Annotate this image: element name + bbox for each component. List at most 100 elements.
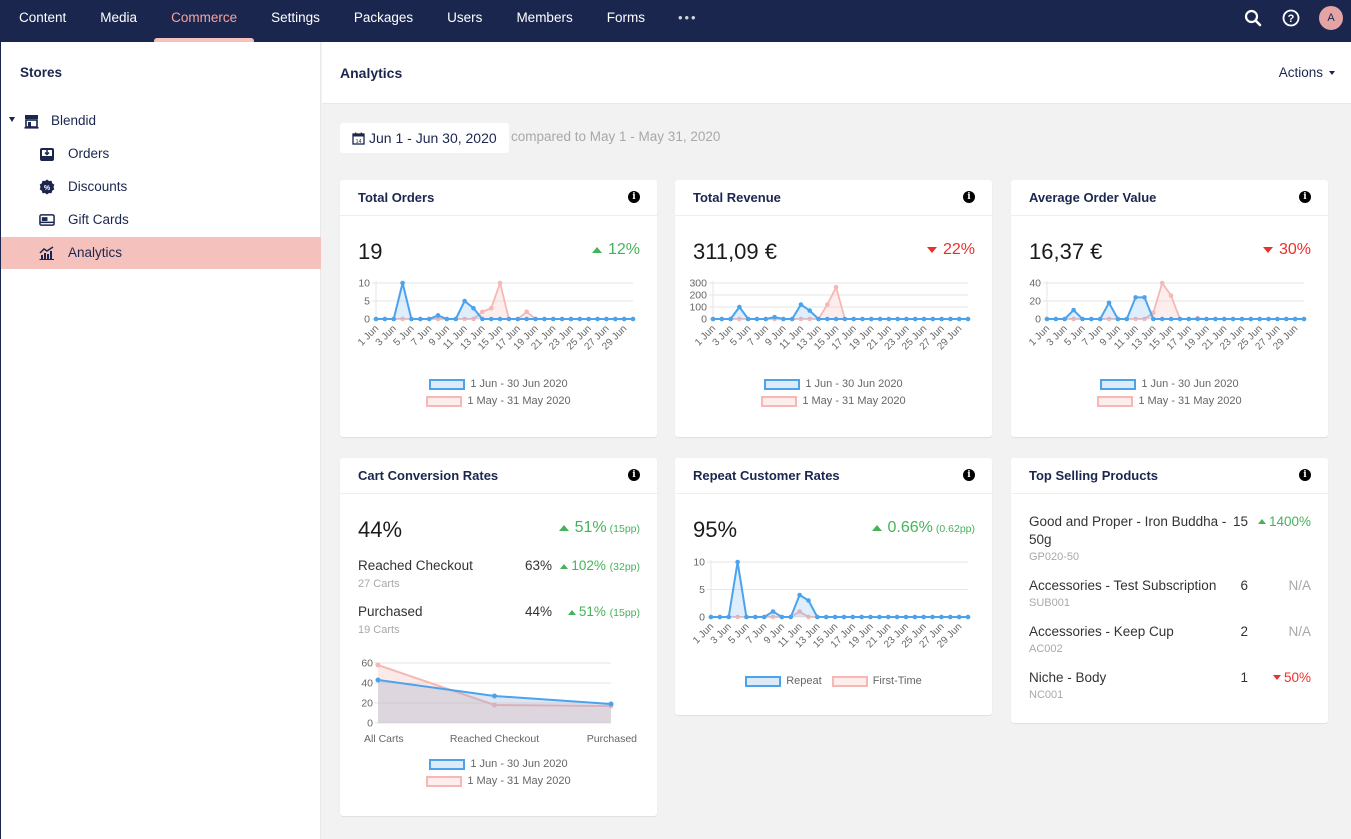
nav-settings[interactable]: Settings [254,0,337,42]
repeat-rate-delta: 0.66% (0.62pp) [871,519,975,537]
legend-item-current[interactable]: 1 Jun - 30 Jun 2020 [429,378,568,390]
nav-members[interactable]: Members [499,0,589,42]
topbar-tools: ? A [1243,0,1343,42]
aov-value: 16,37 € [1029,239,1103,264]
data-point [1159,280,1165,286]
store-icon [23,113,39,129]
data-point [506,316,512,322]
delta-pp: (32pp) [609,561,640,573]
legend-item-previous[interactable]: 1 May - 31 May 2020 [1097,395,1242,407]
data-point [770,609,776,614]
data-point [1239,316,1245,322]
nav-content[interactable]: Content [2,0,83,42]
help-icon[interactable]: ? [1281,8,1301,28]
legend-item-previous[interactable]: 1 May - 31 May 2020 [426,395,571,407]
info-icon[interactable]: i [963,469,975,481]
data-point [788,614,794,620]
top-navigation-bar: Content Media Commerce Settings Packages… [0,0,1351,42]
legend-item-current[interactable]: 1 Jun - 30 Jun 2020 [764,378,903,390]
expand-caret-icon[interactable] [9,117,15,122]
user-avatar[interactable]: A [1319,6,1343,30]
data-point [947,614,953,620]
info-icon[interactable]: i [628,469,640,481]
conversion-row-carts: 19 Carts [358,624,400,636]
tree-store-blendid[interactable]: Blendid [1,108,321,134]
compare-range-label: compared to May 1 - May 31, 2020 [511,129,721,144]
nav-users[interactable]: Users [430,0,499,42]
svg-text:?: ? [1288,13,1295,25]
y-tick-label: 5 [364,296,370,308]
card-header: Repeat Customer Rates i [675,458,992,494]
nav-media[interactable]: Media [83,0,154,42]
data-point [1168,316,1174,322]
repeat-rate-value: 95% [693,517,738,542]
data-point [382,316,388,322]
legend-item-previous[interactable]: 1 May - 31 May 2020 [761,395,906,407]
sidebar-item-gift-cards[interactable]: Gift Cards [1,204,321,236]
nav-commerce[interactable]: Commerce [154,0,255,42]
data-point [903,614,909,620]
sidebar-item-discounts[interactable]: % Discounts [1,171,321,203]
conversion-row-delta: 102% (32pp) [560,558,640,573]
card-cart-conversion: Cart Conversion Rates i 44% 51% (15pp) Re… [340,458,657,816]
data-point [400,280,405,286]
sidebar-item-label: Analytics [68,245,123,260]
more-sections-button[interactable]: ••• [662,0,714,42]
legend-item-repeat[interactable]: Repeat [745,675,822,687]
nav-packages[interactable]: Packages [337,0,430,42]
legend-label: 1 Jun - 30 Jun 2020 [1141,378,1239,390]
data-point [444,316,450,322]
data-point [789,316,795,322]
data-point [1089,316,1094,322]
data-point [492,693,497,699]
data-point [904,316,909,322]
data-point [965,614,971,620]
card-repeat-customer-rates: Repeat Customer Rates i 95% 0.66% (0.62pp… [675,458,992,715]
info-icon[interactable]: i [1299,191,1311,203]
repeat-customer-chart: 05101 Jun3 Jun5 Jun7 Jun9 Jun11 Jun13 Ju… [691,557,971,650]
aov-chart: 020401 Jun3 Jun5 Jun7 Jun9 Jun11 Jun13 J… [1027,278,1307,352]
delta-value: 102% [571,558,606,573]
sidebar-item-label: Orders [68,146,110,161]
triangle-up-icon [591,247,602,253]
data-point [1283,316,1289,322]
data-point [1204,316,1209,322]
sidebar-item-analytics[interactable]: Analytics [1,237,321,269]
y-tick-label: 20 [1029,296,1041,308]
legend-swatch [429,758,466,770]
data-point [939,614,944,620]
data-point [728,316,733,322]
y-tick-label: 20 [361,698,373,710]
search-icon[interactable] [1243,8,1263,28]
info-icon[interactable]: i [963,191,975,203]
actions-dropdown-button[interactable]: Actions [1279,65,1335,80]
legend-item-first-time[interactable]: First-Time [831,675,922,687]
data-point [816,316,821,322]
data-point [710,316,716,322]
data-point [488,305,494,311]
data-point [471,305,476,311]
data-point [462,298,467,304]
info-icon[interactable]: i [628,191,640,203]
legend-item-previous[interactable]: 1 May - 31 May 2020 [426,775,571,787]
data-point [1292,316,1298,322]
nav-forms[interactable]: Forms [590,0,662,42]
data-point [921,316,927,322]
legend-item-current[interactable]: 1 Jun - 30 Jun 2020 [1100,378,1239,390]
info-icon[interactable]: i [1299,469,1311,481]
data-point [717,614,723,620]
data-point [737,304,742,310]
date-range-picker[interactable]: 14 Jun 1 - Jun 30, 2020 [340,123,509,153]
legend-item-current[interactable]: 1 Jun - 30 Jun 2020 [429,758,568,770]
data-point [744,614,749,620]
legend-label: 1 May - 31 May 2020 [1138,395,1242,407]
data-point [859,614,864,620]
data-point [1106,300,1112,306]
content-scrollbar[interactable] [1343,104,1351,839]
sidebar-item-orders[interactable]: Orders [1,138,321,170]
data-point [860,316,865,322]
data-point [868,614,873,620]
delta-value: 0.66% [887,519,933,536]
data-point [515,316,521,322]
chevron-down-icon [1329,70,1335,75]
